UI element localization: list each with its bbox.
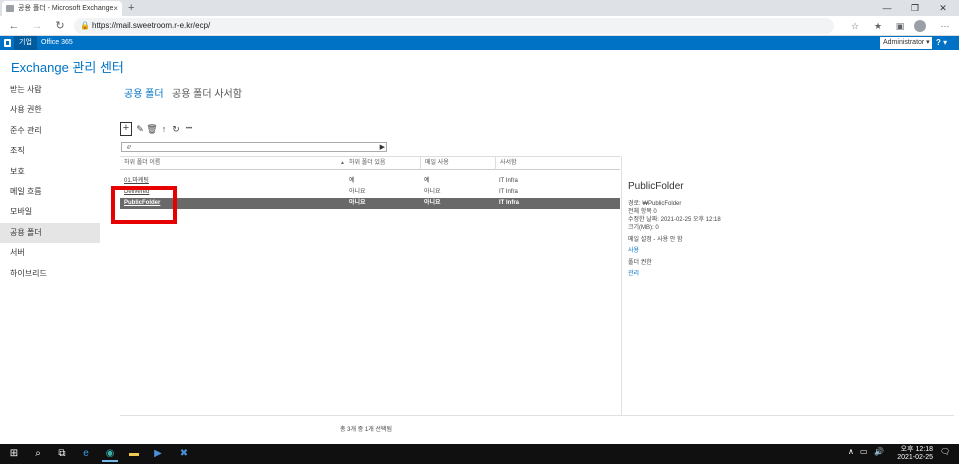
table-row[interactable]: 01.마케팅 예 예 IT Infra [120, 176, 620, 187]
minimize-button[interactable]: — [873, 0, 901, 16]
browser-tab[interactable]: 공용 폴더 - Microsoft Exchange × [2, 1, 122, 16]
column-header-has-subfolders[interactable]: 하위 폴더 있음 [345, 157, 420, 170]
highlight-annotation-box [111, 186, 177, 224]
address-bar[interactable]: 🔒 https://mail.sweetroom.r-e.kr/ecp/ [74, 18, 834, 34]
column-header-mail-enabled[interactable]: 메일 사용 [420, 157, 495, 170]
nav-item-protection[interactable]: 보호 [0, 162, 100, 182]
edge-icon[interactable]: ◉ [102, 446, 118, 462]
tray-overflow-icon[interactable]: ∧ [848, 447, 854, 456]
url-text: https://mail.sweetroom.r-e.kr/ecp/ [92, 21, 211, 30]
windows-taskbar: ⊞ ⌕ ⧉ e ◉ ▬ ▶ ✖ [0, 444, 959, 464]
volume-icon[interactable]: 🔊 [874, 447, 884, 456]
refresh-icon[interactable]: ↻ [170, 122, 182, 136]
details-size: 크기(MB): 0 [628, 225, 659, 231]
has-subfolders-cell: 예 [349, 178, 355, 184]
windows-start-icon[interactable]: ⊞ [6, 446, 22, 462]
notification-center-icon[interactable]: 🗨 [940, 447, 950, 456]
file-explorer-icon[interactable]: ▬ [126, 446, 142, 462]
office365-link[interactable]: Office 365 [41, 36, 73, 50]
details-divider [621, 156, 622, 416]
enable-mail-link[interactable]: 사용 [628, 245, 639, 254]
mailbox-cell: IT Infra [499, 200, 520, 206]
mailbox-cell: IT Infra [499, 178, 518, 184]
nav-item-permissions[interactable]: 사용 권한 [0, 100, 100, 120]
server-manager-icon[interactable]: ✖ [176, 446, 192, 462]
edit-pencil-icon[interactable]: ✎ [134, 122, 146, 136]
nav-item-compliance[interactable]: 준수 관리 [0, 121, 100, 141]
nav-item-organization[interactable]: 조직 [0, 141, 100, 161]
left-navigation: 받는 사람 사용 권한 준수 관리 조직 보호 메일 흐름 모바일 공용 폴더 … [0, 80, 100, 284]
has-subfolders-cell: 아니요 [349, 200, 366, 206]
nav-item-servers[interactable]: 서버 [0, 243, 100, 263]
nav-item-recipients[interactable]: 받는 사람 [0, 80, 100, 100]
tab-public-folders[interactable]: 공용 폴더 [124, 85, 164, 100]
profile-avatar[interactable] [914, 20, 926, 32]
back-arrow-icon[interactable]: ← [6, 18, 22, 34]
tab-public-folder-mailboxes[interactable]: 공용 폴더 사서함 [172, 85, 242, 100]
nav-item-hybrid[interactable]: 하이브리드 [0, 264, 100, 284]
company-label[interactable]: 기업 [14, 36, 37, 50]
mail-enabled-cell: 아니요 [424, 200, 441, 206]
column-header-name[interactable]: 하위 폴더 이름 [120, 157, 345, 170]
table-row-selected[interactable]: PublicFolder 아니요 아니요 IT Infra [120, 198, 620, 209]
nav-item-mail-flow[interactable]: 메일 흐름 [0, 182, 100, 202]
ie-icon[interactable]: e [78, 446, 94, 462]
app-title: Exchange 관리 센터 [11, 60, 124, 75]
tab-close-icon[interactable]: × [113, 1, 118, 16]
browser-toolbar: ← → ↻ 🔒 https://mail.sweetroom.r-e.kr/ec… [0, 16, 959, 36]
clock-date: 2021-02-25 [897, 454, 933, 461]
selection-status: 총 3개 중 1개 선택됨 [340, 427, 392, 433]
close-window-button[interactable]: ✕ [929, 0, 957, 16]
mail-enabled-cell: 아니요 [424, 189, 441, 195]
search-icon[interactable]: ⌕ [30, 446, 46, 462]
collections-icon[interactable]: ▣ [893, 19, 907, 33]
exchange-favicon-icon [6, 5, 14, 12]
add-favorite-icon[interactable]: ☆ [848, 19, 862, 33]
reload-icon[interactable]: ↻ [52, 18, 68, 34]
search-placeholder: ℯ [127, 144, 132, 151]
more-options-icon[interactable]: ••• [183, 122, 195, 136]
details-folder-permissions: 폴더 권한 [628, 260, 652, 266]
browser-tab-strip: 공용 폴더 - Microsoft Exchange × + — ❐ ✕ [0, 0, 959, 16]
up-arrow-icon[interactable]: ↑ [158, 122, 170, 136]
favorites-icon[interactable]: ★ [871, 19, 885, 33]
nav-item-public-folders[interactable]: 공용 폴더 [0, 222, 100, 244]
forward-arrow-icon[interactable]: → [29, 18, 45, 34]
network-icon[interactable]: ▭ [860, 447, 868, 456]
details-mail-settings: 메일 설정 - 사용 안 함 [628, 237, 683, 243]
grid-header: 하위 폴더 이름 ▲ 하위 폴더 있음 메일 사용 사서함 [120, 156, 620, 170]
manage-permissions-link[interactable]: 관리 [628, 268, 639, 277]
footer-divider [120, 415, 954, 416]
table-row[interactable]: Delivered 아니요 아니요 IT Infra [120, 187, 620, 198]
user-menu[interactable]: Administrator ▾ [880, 37, 932, 49]
settings-more-icon[interactable]: ··· [938, 19, 952, 33]
delete-trash-icon[interactable]: 🗑 [146, 122, 158, 136]
details-title: PublicFolder [628, 181, 684, 192]
maximize-button[interactable]: ❐ [901, 0, 929, 16]
mailbox-cell: IT Infra [499, 189, 518, 195]
task-view-icon[interactable]: ⧉ [54, 446, 70, 462]
mail-enabled-cell: 예 [424, 178, 430, 184]
has-subfolders-cell: 아니요 [349, 189, 366, 195]
search-input[interactable]: ℯ ▶ [121, 142, 387, 152]
add-icon[interactable]: + [120, 122, 132, 136]
column-header-mailbox[interactable]: 사서함 [495, 157, 620, 170]
clock-time: 오후 12:18 [900, 446, 933, 453]
help-menu[interactable]: ? ▾ [936, 36, 947, 50]
system-clock[interactable]: 오후 12:18 2021-02-25 [893, 446, 933, 462]
office-logo-icon[interactable] [4, 39, 11, 47]
search-go-icon[interactable]: ▶ [380, 143, 385, 152]
lock-icon: 🔒 [80, 21, 90, 30]
nav-item-mobile[interactable]: 모바일 [0, 202, 100, 222]
tab-title: 공용 폴더 - Microsoft Exchange [18, 5, 114, 12]
office365-top-bar: 기업 Office 365 [0, 36, 959, 50]
powershell-icon[interactable]: ▶ [150, 446, 166, 462]
new-tab-button[interactable]: + [128, 1, 134, 15]
